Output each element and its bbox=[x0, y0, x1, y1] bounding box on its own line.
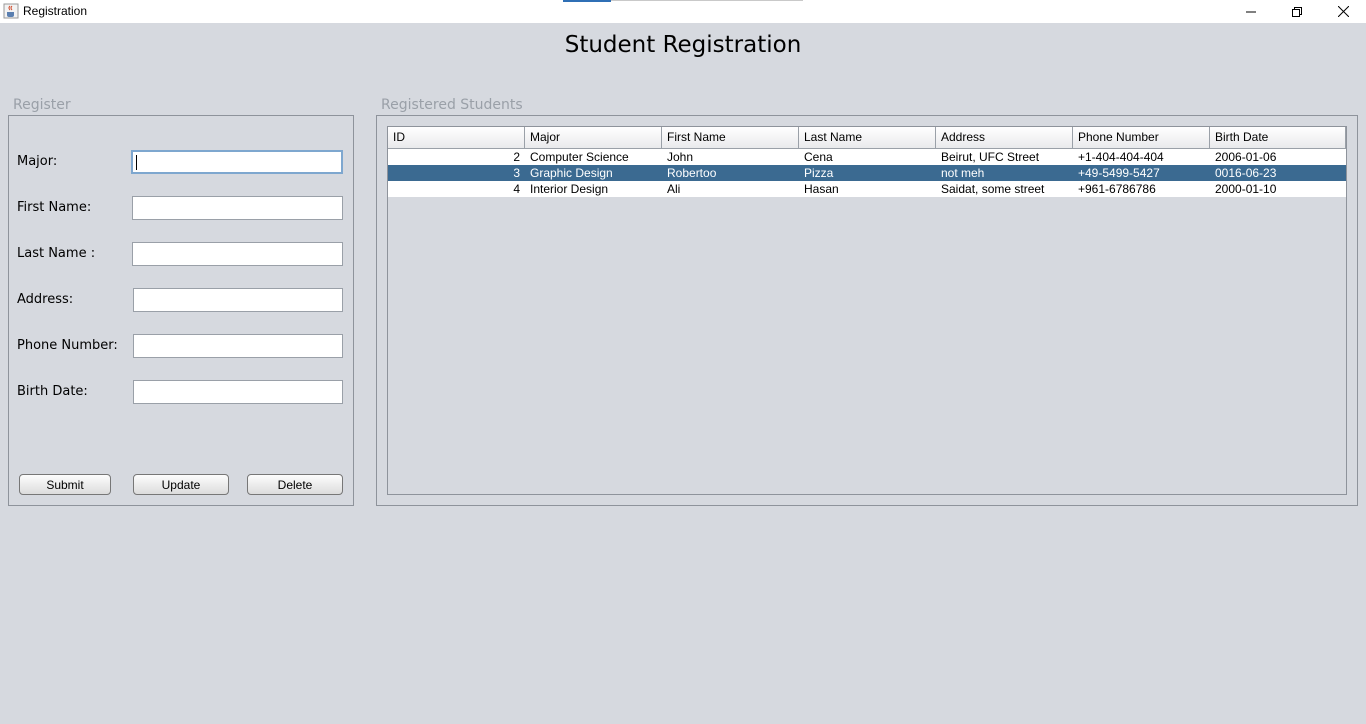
cell-major: Interior Design bbox=[530, 182, 609, 196]
delete-button[interactable]: Delete bbox=[247, 474, 343, 495]
titlebar-divider bbox=[611, 0, 803, 1]
cell-last-name: Cena bbox=[804, 150, 833, 164]
table-row[interactable]: 2 Computer Science John Cena Beirut, UFC… bbox=[388, 149, 1346, 165]
phone-number-label: Phone Number: bbox=[17, 338, 118, 353]
cell-phone-number: +1-404-404-404 bbox=[1078, 150, 1164, 164]
cell-last-name: Pizza bbox=[804, 166, 834, 180]
cell-phone-number: +49-5499-5427 bbox=[1078, 166, 1160, 180]
cell-id: 2 bbox=[513, 150, 520, 164]
titlebar-accent bbox=[563, 0, 611, 2]
column-header-id[interactable]: ID bbox=[388, 127, 525, 149]
address-input[interactable] bbox=[133, 288, 343, 312]
table-header: ID Major First Name Last Name Address Ph… bbox=[388, 127, 1346, 149]
cell-first-name: John bbox=[667, 150, 694, 164]
students-panel-title: Registered Students bbox=[381, 97, 523, 113]
cell-last-name: Hasan bbox=[804, 182, 839, 196]
students-table[interactable]: ID Major First Name Last Name Address Ph… bbox=[387, 126, 1347, 495]
window-title-bar: Registration bbox=[0, 0, 1366, 23]
cell-first-name: Ali bbox=[667, 182, 681, 196]
column-header-last-name[interactable]: Last Name bbox=[799, 127, 936, 149]
text-caret bbox=[136, 155, 137, 170]
birth-date-label: Birth Date: bbox=[17, 384, 88, 399]
submit-button[interactable]: Submit bbox=[19, 474, 111, 495]
major-input[interactable] bbox=[131, 150, 343, 174]
close-icon bbox=[1337, 2, 1349, 21]
column-header-major[interactable]: Major bbox=[525, 127, 662, 149]
cell-phone-number: +961-6786786 bbox=[1078, 182, 1156, 196]
first-name-input[interactable] bbox=[132, 196, 343, 220]
address-label: Address: bbox=[17, 292, 74, 307]
table-row[interactable]: 3 Graphic Design Robertoo Pizza not meh … bbox=[388, 165, 1346, 181]
register-panel-title: Register bbox=[13, 97, 71, 113]
phone-number-input[interactable] bbox=[133, 334, 343, 358]
cell-id: 3 bbox=[513, 166, 520, 180]
restore-button[interactable] bbox=[1274, 0, 1320, 23]
column-header-first-name[interactable]: First Name bbox=[662, 127, 799, 149]
cell-address: Saidat, some street bbox=[941, 182, 1045, 196]
java-cup-icon bbox=[3, 3, 19, 19]
close-button[interactable] bbox=[1320, 0, 1366, 23]
major-label: Major: bbox=[17, 154, 58, 169]
page-title: Student Registration bbox=[564, 32, 802, 58]
column-header-phone-number[interactable]: Phone Number bbox=[1073, 127, 1210, 149]
cell-birth-date: 0016-06-23 bbox=[1215, 166, 1277, 180]
update-button[interactable]: Update bbox=[133, 474, 229, 495]
restore-icon bbox=[1292, 2, 1302, 21]
cell-first-name: Robertoo bbox=[667, 166, 717, 180]
table-row[interactable]: 4 Interior Design Ali Hasan Saidat, some… bbox=[388, 181, 1346, 197]
last-name-input[interactable] bbox=[132, 242, 343, 266]
cell-id: 4 bbox=[513, 182, 520, 196]
window-title: Registration bbox=[23, 4, 88, 18]
first-name-label: First Name: bbox=[17, 200, 92, 215]
minimize-button[interactable] bbox=[1228, 0, 1274, 23]
table-body: 2 Computer Science John Cena Beirut, UFC… bbox=[388, 149, 1346, 197]
column-header-birth-date[interactable]: Birth Date bbox=[1210, 127, 1346, 149]
cell-birth-date: 2000-01-10 bbox=[1215, 182, 1277, 196]
column-header-address[interactable]: Address bbox=[936, 127, 1073, 149]
cell-address: Beirut, UFC Street bbox=[941, 150, 1040, 164]
cell-address: not meh bbox=[941, 166, 985, 180]
cell-major: Graphic Design bbox=[530, 166, 613, 180]
birth-date-input[interactable] bbox=[133, 380, 343, 404]
cell-birth-date: 2006-01-06 bbox=[1215, 150, 1277, 164]
cell-major: Computer Science bbox=[530, 150, 629, 164]
last-name-label: Last Name : bbox=[17, 246, 96, 261]
minimize-icon bbox=[1246, 2, 1256, 21]
